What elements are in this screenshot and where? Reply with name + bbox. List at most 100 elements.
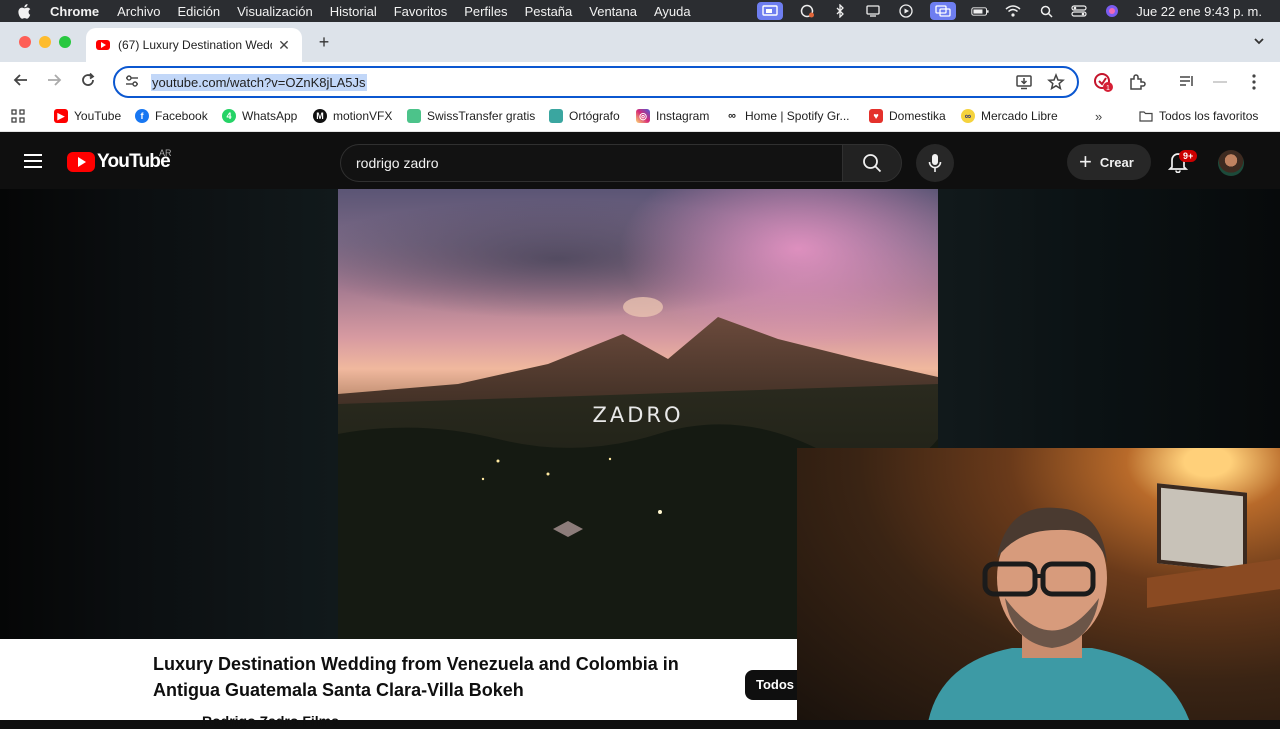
webcam-person bbox=[928, 507, 1190, 720]
extension-icon[interactable]: 1 bbox=[1093, 72, 1113, 92]
bookmark-motionvfx[interactable]: M motionVFX bbox=[313, 109, 392, 123]
youtube-favicon-icon bbox=[96, 40, 110, 50]
create-label: Crear bbox=[1099, 154, 1134, 170]
youtube-icon: ▶ bbox=[54, 109, 68, 123]
menu-archivo[interactable]: Archivo bbox=[117, 4, 160, 19]
bookmark-label: motionVFX bbox=[333, 109, 393, 123]
creative-cloud-icon[interactable] bbox=[798, 4, 816, 18]
tab-strip: (67) Luxury Destination Wedding from Ven… bbox=[0, 22, 1280, 62]
control-center-icon[interactable] bbox=[1070, 4, 1088, 18]
bookmark-label: YouTube bbox=[74, 109, 122, 123]
bookmark-label: Domestika bbox=[889, 109, 946, 123]
extensions-puzzle-icon[interactable] bbox=[1127, 72, 1147, 92]
folder-icon bbox=[1139, 109, 1153, 123]
spotlight-search-icon[interactable] bbox=[1037, 4, 1055, 18]
battery-icon[interactable] bbox=[971, 4, 989, 18]
bookmark-label: Home | Spotify Gr... bbox=[745, 109, 850, 123]
bookmark-spotify[interactable]: ∞ Home | Spotify Gr... bbox=[725, 109, 849, 123]
filter-chip-all[interactable]: Todos bbox=[745, 670, 805, 700]
facebook-icon: f bbox=[135, 109, 149, 123]
instagram-icon: ◎ bbox=[636, 109, 650, 123]
bookmark-youtube[interactable]: ▶ YouTube bbox=[54, 109, 121, 123]
reload-icon[interactable] bbox=[78, 72, 98, 92]
back-arrow-icon[interactable] bbox=[11, 72, 31, 92]
bookmark-ortografo[interactable]: Ortógrafo bbox=[549, 109, 620, 123]
wifi-icon[interactable] bbox=[1004, 4, 1022, 18]
tab-close-icon[interactable]: ✕ bbox=[276, 37, 292, 54]
avatar[interactable] bbox=[1218, 150, 1244, 176]
bookmark-star-icon[interactable] bbox=[1047, 72, 1065, 96]
menu-historial[interactable]: Historial bbox=[330, 4, 377, 19]
youtube-play-icon bbox=[67, 152, 95, 172]
menu-pestana[interactable]: Pestaña bbox=[525, 4, 573, 19]
profile-divider-icon bbox=[1210, 72, 1230, 92]
spotify-glasses-icon: ∞ bbox=[725, 109, 739, 123]
notifications-badge: 9+ bbox=[1179, 150, 1198, 162]
play-circle-icon[interactable] bbox=[897, 4, 915, 18]
tab-search-chevron-icon[interactable] bbox=[1252, 34, 1268, 50]
active-tab[interactable]: (67) Luxury Destination Wedding from Ven… bbox=[86, 28, 302, 62]
hamburger-menu-icon[interactable] bbox=[24, 154, 42, 168]
new-tab-button[interactable]: + bbox=[314, 32, 334, 52]
menu-ayuda[interactable]: Ayuda bbox=[654, 4, 691, 19]
bookmark-label: Instagram bbox=[656, 109, 710, 123]
install-app-icon[interactable] bbox=[1015, 73, 1033, 96]
menu-edicion[interactable]: Edición bbox=[177, 4, 220, 19]
apps-grid-icon[interactable] bbox=[11, 109, 25, 123]
more-bookmarks-chevron-icon[interactable]: » bbox=[1095, 109, 1102, 124]
mercado-libre-icon: ∞ bbox=[961, 109, 975, 123]
bluetooth-icon[interactable] bbox=[831, 4, 849, 18]
address-bar[interactable]: youtube.com/watch?v=OZnK8jLA5Js bbox=[113, 66, 1079, 98]
chrome-menu-icon[interactable] bbox=[1244, 72, 1264, 92]
menu-visualizacion[interactable]: Visualización bbox=[237, 4, 313, 19]
bookmark-instagram[interactable]: ◎ Instagram bbox=[636, 109, 709, 123]
apple-icon[interactable] bbox=[16, 3, 32, 19]
screen-share-icon[interactable] bbox=[757, 2, 784, 20]
bookmark-mercado-libre[interactable]: ∞ Mercado Libre bbox=[961, 109, 1058, 123]
country-code: AR bbox=[159, 148, 172, 158]
menubar-clock[interactable]: Jue 22 ene 9:43 p. m. bbox=[1136, 4, 1262, 19]
search-button[interactable] bbox=[842, 144, 902, 182]
app-name[interactable]: Chrome bbox=[50, 4, 99, 19]
bookmark-label: WhatsApp bbox=[242, 109, 298, 123]
bookmark-label: Mercado Libre bbox=[981, 109, 1058, 123]
window-close-button[interactable] bbox=[19, 36, 31, 48]
bookmark-facebook[interactable]: f Facebook bbox=[135, 109, 208, 123]
site-settings-icon[interactable] bbox=[125, 74, 141, 90]
bookmark-swisstransfer[interactable]: SwissTransfer gratis bbox=[407, 109, 535, 123]
motionvfx-icon: M bbox=[313, 109, 327, 123]
window-overlay-icon[interactable] bbox=[930, 2, 957, 20]
bookmark-label: Ortógrafo bbox=[569, 109, 620, 123]
swisstransfer-icon bbox=[407, 109, 421, 123]
create-button[interactable]: + Crear bbox=[1067, 144, 1151, 180]
menu-favoritos[interactable]: Favoritos bbox=[394, 4, 447, 19]
window-zoom-button[interactable] bbox=[59, 36, 71, 48]
menu-ventana[interactable]: Ventana bbox=[589, 4, 637, 19]
search-input[interactable]: rodrigo zadro bbox=[340, 144, 842, 182]
youtube-search-box: rodrigo zadro bbox=[340, 144, 902, 182]
ortografo-icon bbox=[549, 109, 563, 123]
siri-icon[interactable] bbox=[1103, 4, 1121, 18]
youtube-logo[interactable]: YouTube AR bbox=[67, 148, 172, 173]
plus-icon: + bbox=[1079, 149, 1092, 174]
display-icon[interactable] bbox=[864, 4, 882, 18]
extension-badge: 1 bbox=[1106, 85, 1110, 92]
bookmark-label: Todos los favoritos bbox=[1159, 109, 1259, 123]
youtube-header: YouTube AR rodrigo zadro + Crear 9+ bbox=[0, 137, 1280, 189]
channel-name[interactable]: Rodrigo Zadro Films bbox=[202, 713, 339, 729]
window-minimize-button[interactable] bbox=[39, 36, 51, 48]
menu-perfiles[interactable]: Perfiles bbox=[464, 4, 507, 19]
bookmark-domestika[interactable]: ♥ Domestika bbox=[869, 109, 946, 123]
browser-toolbar: youtube.com/watch?v=OZnK8jLA5Js 1 bbox=[0, 62, 1280, 102]
webcam-overlay bbox=[797, 448, 1280, 720]
forward-arrow-icon[interactable] bbox=[44, 72, 64, 92]
bookmark-whatsapp[interactable]: 4 WhatsApp bbox=[222, 109, 297, 123]
domestika-icon: ♥ bbox=[869, 109, 883, 123]
url-text[interactable]: youtube.com/watch?v=OZnK8jLA5Js bbox=[151, 73, 367, 91]
tab-title: (67) Luxury Destination Wedding from Ven… bbox=[118, 38, 272, 52]
reading-list-icon[interactable] bbox=[1177, 72, 1197, 92]
all-bookmarks-folder[interactable]: Todos los favoritos bbox=[1139, 109, 1258, 123]
microphone-icon bbox=[928, 154, 942, 172]
video-watermark: ZADRO bbox=[592, 403, 684, 427]
voice-search-button[interactable] bbox=[916, 144, 954, 182]
